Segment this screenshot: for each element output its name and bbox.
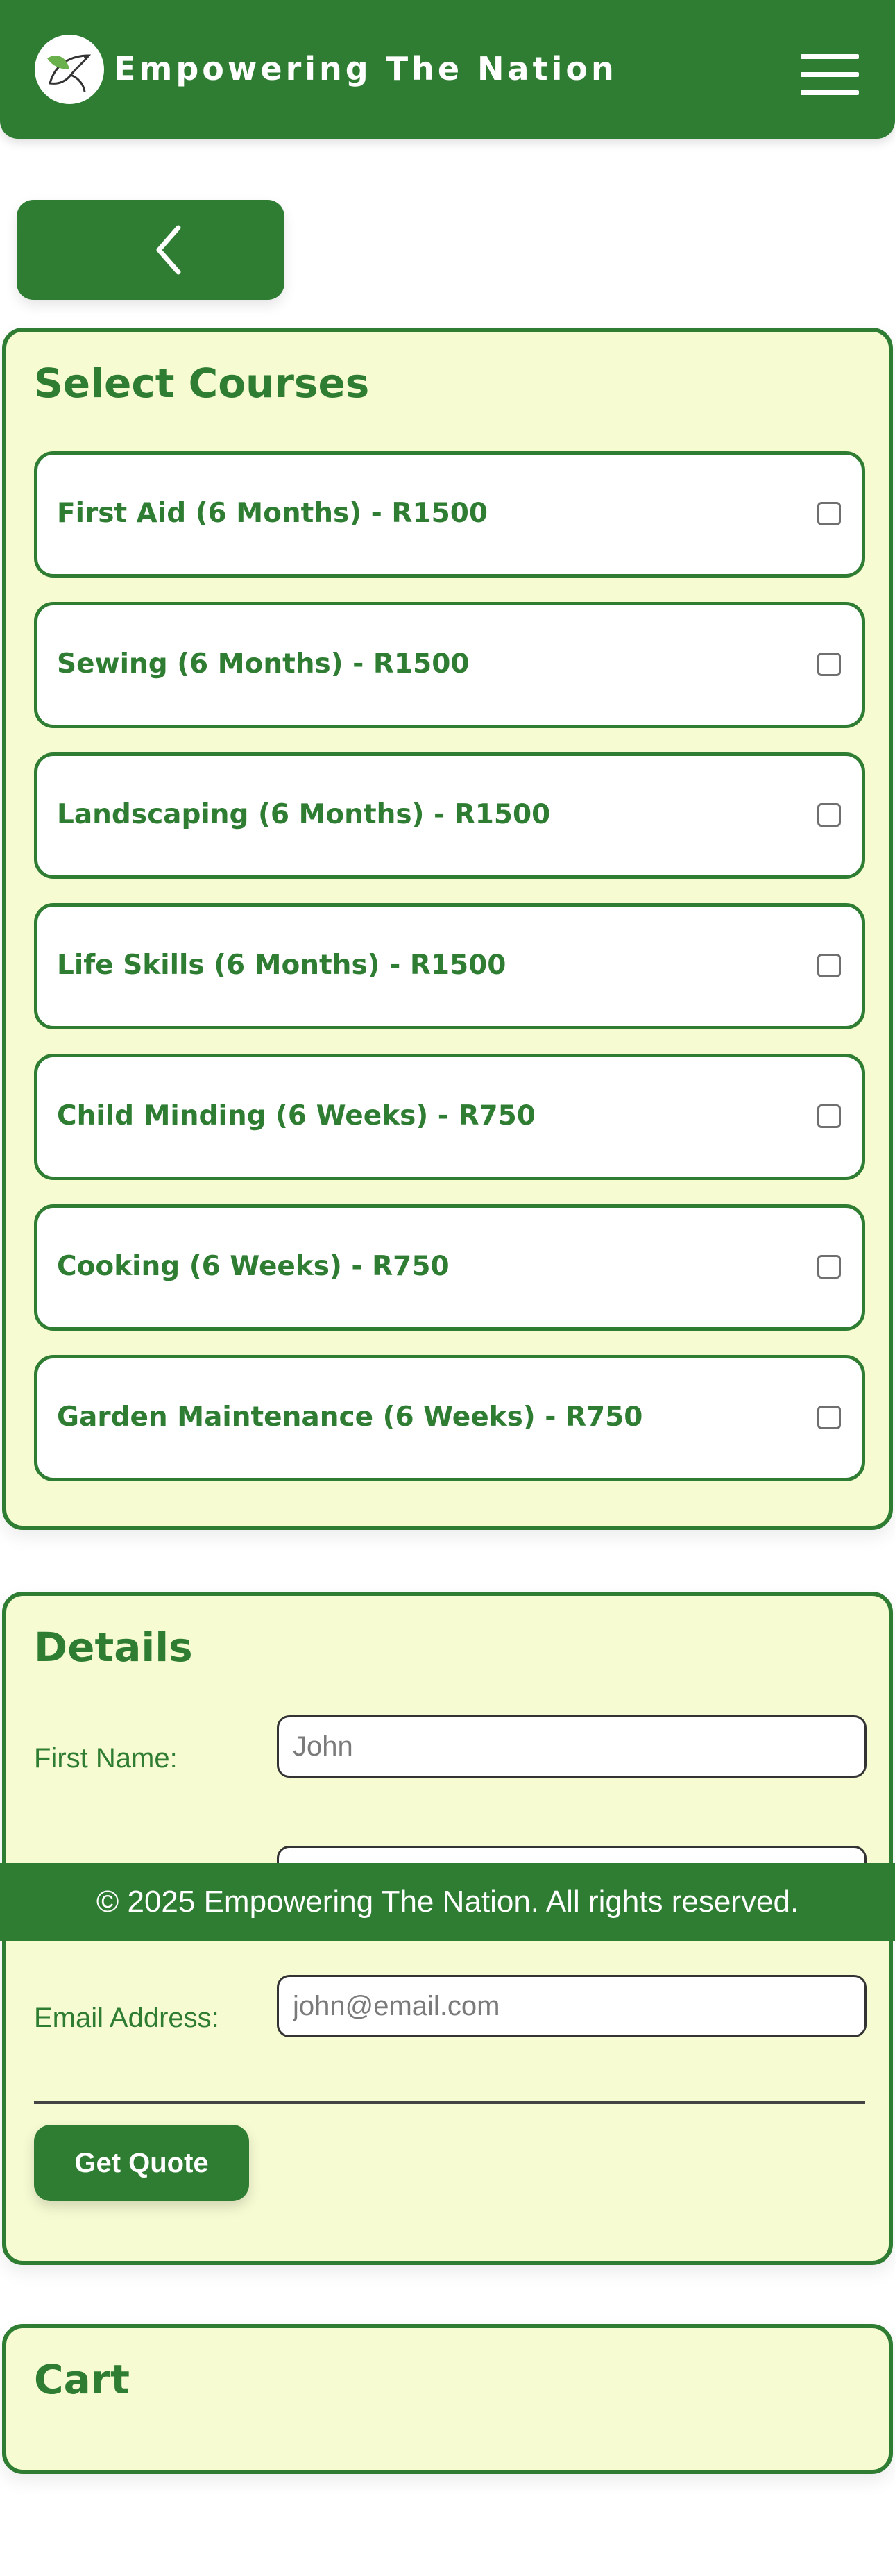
- course-label: Landscaping (6 Months) - R1500: [57, 799, 551, 830]
- section-title: Select Courses: [34, 360, 370, 407]
- course-checkbox[interactable]: [817, 1255, 841, 1279]
- section-title: Cart: [34, 2356, 130, 2403]
- course-checkbox[interactable]: [817, 502, 841, 525]
- course-label: Sewing (6 Months) - R1500: [57, 648, 470, 680]
- course-option[interactable]: Sewing (6 Months) - R1500: [34, 602, 865, 728]
- course-label: Child Minding (6 Weeks) - R750: [57, 1100, 536, 1131]
- select-courses-panel: Select Courses First Aid (6 Months) - R1…: [2, 328, 893, 1530]
- course-option[interactable]: Garden Maintenance (6 Weeks) - R750: [34, 1355, 865, 1481]
- site-header: Empowering The Nation: [0, 0, 895, 139]
- course-label: Garden Maintenance (6 Weeks) - R750: [57, 1401, 643, 1433]
- dove-logo-icon[interactable]: [35, 35, 104, 104]
- back-button[interactable]: [17, 200, 284, 300]
- hamburger-menu-icon[interactable]: [798, 51, 862, 99]
- cart-panel: Cart: [2, 2324, 893, 2474]
- get-quote-button[interactable]: Get Quote: [34, 2125, 249, 2201]
- divider: [34, 2101, 865, 2104]
- course-option[interactable]: Child Minding (6 Weeks) - R750: [34, 1054, 865, 1180]
- site-footer: © 2025 Empowering The Nation. All rights…: [0, 1863, 895, 1941]
- first-name-label: First Name:: [34, 1743, 178, 1774]
- section-title: Details: [34, 1624, 193, 1671]
- course-label: Cooking (6 Weeks) - R750: [57, 1251, 450, 1282]
- course-checkbox[interactable]: [817, 653, 841, 676]
- course-option[interactable]: Cooking (6 Weeks) - R750: [34, 1204, 865, 1331]
- course-option[interactable]: Life Skills (6 Months) - R1500: [34, 903, 865, 1029]
- course-option[interactable]: First Aid (6 Months) - R1500: [34, 451, 865, 578]
- site-brand[interactable]: Empowering The Nation: [114, 50, 617, 87]
- course-checkbox[interactable]: [817, 954, 841, 977]
- course-label: Life Skills (6 Months) - R1500: [57, 950, 506, 981]
- chevron-left-icon: [156, 225, 181, 275]
- course-checkbox[interactable]: [817, 1406, 841, 1429]
- course-option[interactable]: Landscaping (6 Months) - R1500: [34, 752, 865, 879]
- email-field[interactable]: [277, 1975, 867, 2037]
- first-name-field[interactable]: [277, 1715, 867, 1778]
- course-checkbox[interactable]: [817, 1104, 841, 1128]
- email-label: Email Address:: [34, 2003, 219, 2033]
- course-label: First Aid (6 Months) - R1500: [57, 498, 488, 529]
- course-checkbox[interactable]: [817, 803, 841, 827]
